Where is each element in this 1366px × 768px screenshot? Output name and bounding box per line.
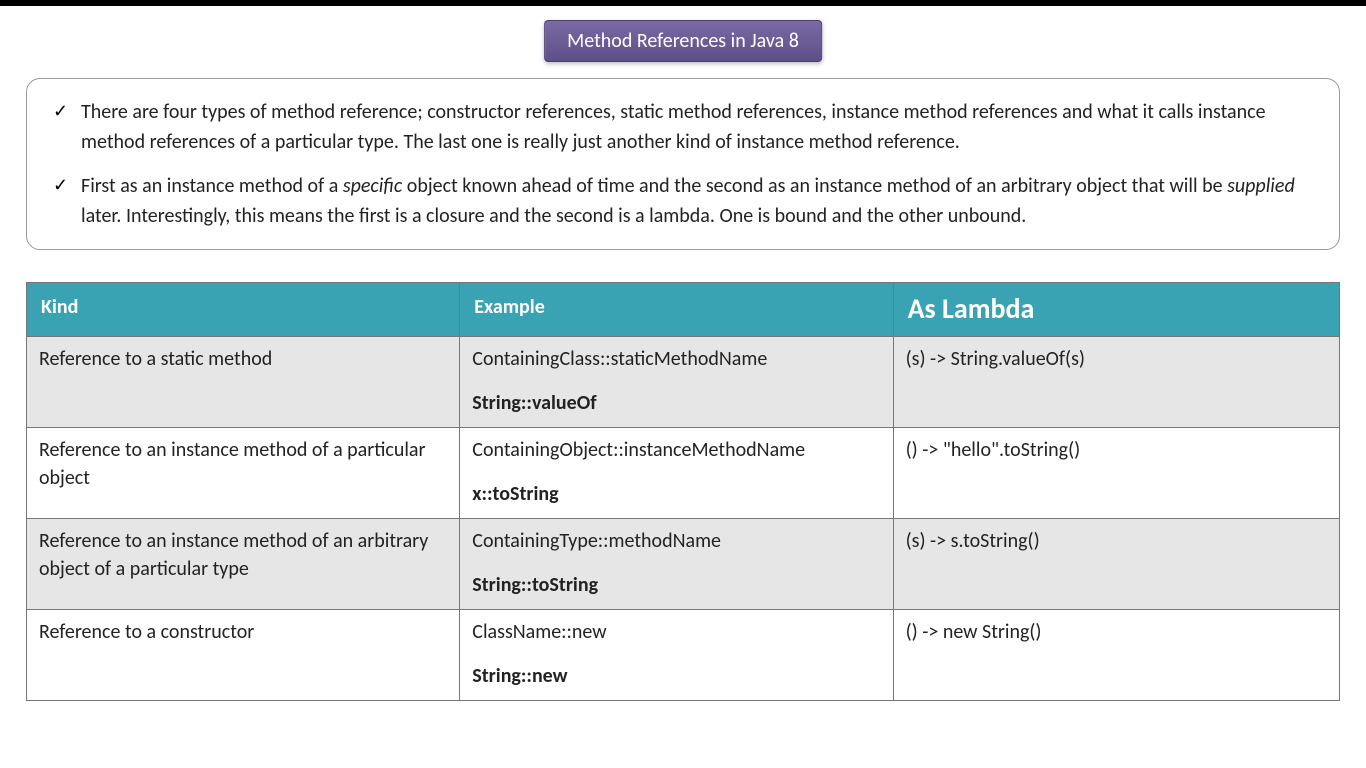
example-main: ContainingType::methodName — [472, 527, 880, 555]
intro-bullet-list: There are four types of method reference… — [53, 97, 1317, 231]
example-main: ContainingObject::instanceMethodName — [472, 436, 880, 464]
intro-bullet-1: There are four types of method reference… — [53, 97, 1317, 157]
example-bold: String::toString — [472, 571, 880, 599]
bullet-text: There are four types of method reference… — [81, 100, 1266, 154]
col-header-example: Example — [460, 283, 893, 337]
table-row: Reference to a static method ContainingC… — [27, 337, 1340, 428]
cell-example: ContainingObject::instanceMethodName x::… — [460, 428, 893, 519]
bullet-text-pre: First as an instance method of a — [81, 174, 343, 198]
table-row: Reference to an instance method of a par… — [27, 428, 1340, 519]
table-row: Reference to a constructor ClassName::ne… — [27, 610, 1340, 701]
bullet-text-mid: object known ahead of time and the secon… — [402, 174, 1227, 198]
col-header-kind: Kind — [27, 283, 460, 337]
bullet-em-1: specific — [343, 174, 402, 198]
example-bold: x::toString — [472, 480, 880, 508]
cell-example: ClassName::new String::new — [460, 610, 893, 701]
cell-lambda: () -> "hello".toString() — [893, 428, 1339, 519]
slide-title: Method References in Java 8 — [567, 29, 799, 53]
cell-example: ContainingClass::staticMethodName String… — [460, 337, 893, 428]
example-main: ContainingClass::staticMethodName — [472, 345, 880, 373]
bullet-text-post: later. Interestingly, this means the fir… — [81, 204, 1026, 228]
cell-kind: Reference to a constructor — [27, 610, 460, 701]
method-reference-table: Kind Example As Lambda Reference to a st… — [26, 282, 1340, 701]
cell-lambda: () -> new String() — [893, 610, 1339, 701]
cell-kind: Reference to an instance method of a par… — [27, 428, 460, 519]
cell-lambda: (s) -> String.valueOf(s) — [893, 337, 1339, 428]
table-row: Reference to an instance method of an ar… — [27, 519, 1340, 610]
slide-title-badge: Method References in Java 8 — [544, 20, 822, 62]
bullet-em-2: supplied — [1227, 174, 1295, 198]
cell-kind: Reference to a static method — [27, 337, 460, 428]
cell-kind: Reference to an instance method of an ar… — [27, 519, 460, 610]
intro-bullet-2: First as an instance method of a specifi… — [53, 171, 1317, 231]
example-main: ClassName::new — [472, 618, 880, 646]
cell-example: ContainingType::methodName String::toStr… — [460, 519, 893, 610]
cell-lambda: (s) -> s.toString() — [893, 519, 1339, 610]
intro-callout: There are four types of method reference… — [26, 78, 1340, 250]
example-bold: String::valueOf — [472, 389, 880, 417]
col-header-lambda: As Lambda — [893, 283, 1339, 337]
table-header-row: Kind Example As Lambda — [27, 283, 1340, 337]
example-bold: String::new — [472, 662, 880, 690]
